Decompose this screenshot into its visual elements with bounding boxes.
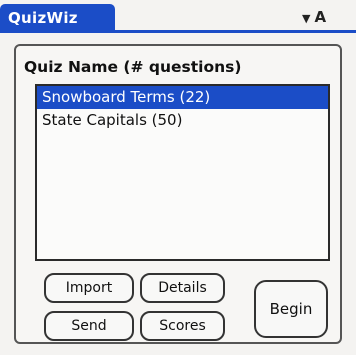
app-title[interactable]: QuizWiz xyxy=(0,4,115,32)
quiz-list[interactable]: Snowboard Terms (22) State Capitals (50) xyxy=(35,84,330,261)
list-header: Quiz Name (# questions) xyxy=(24,58,242,76)
details-button[interactable]: Details xyxy=(140,273,225,303)
send-button[interactable]: Send xyxy=(44,311,134,341)
list-item-state-capitals[interactable]: State Capitals (50) xyxy=(37,109,328,132)
title-bar: QuizWiz ▼ A xyxy=(0,0,356,34)
import-button[interactable]: Import xyxy=(44,273,134,303)
list-item-snowboard-terms[interactable]: Snowboard Terms (22) xyxy=(37,86,328,109)
category-label: A xyxy=(314,8,327,26)
scores-button[interactable]: Scores xyxy=(140,311,225,341)
triangle-down-icon: ▼ xyxy=(302,12,311,25)
begin-button[interactable]: Begin xyxy=(254,280,328,338)
title-underline xyxy=(0,30,356,33)
category-picker[interactable]: ▼ A xyxy=(302,6,326,28)
